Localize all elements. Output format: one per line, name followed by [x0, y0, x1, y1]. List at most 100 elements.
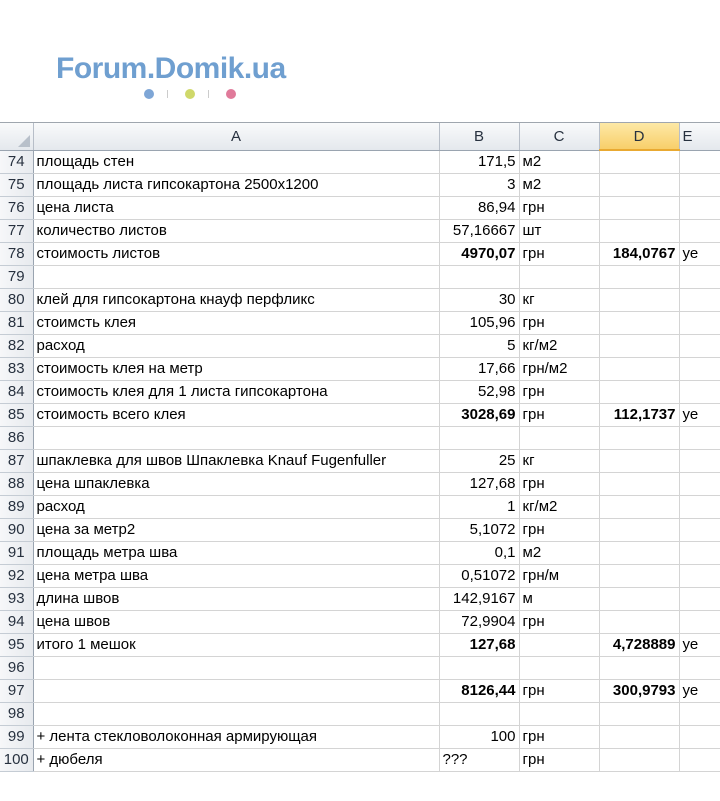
column-header-b[interactable]: B — [439, 123, 520, 151]
cell-a[interactable]: количество листов — [33, 219, 440, 243]
row-header[interactable]: 85 — [0, 403, 34, 427]
row-header[interactable]: 80 — [0, 288, 34, 312]
cell-e[interactable] — [679, 334, 720, 358]
cell-e[interactable] — [679, 725, 720, 749]
cell-c[interactable] — [519, 656, 600, 680]
cell-b[interactable]: 5 — [439, 334, 520, 358]
cell-c[interactable]: грн — [519, 472, 600, 496]
cell-e[interactable] — [679, 150, 720, 174]
cell-c[interactable]: кг/м2 — [519, 495, 600, 519]
row-header[interactable]: 97 — [0, 679, 34, 703]
cell-d[interactable] — [599, 587, 680, 611]
cell-e[interactable] — [679, 449, 720, 473]
cell-a[interactable]: цена метра шва — [33, 564, 440, 588]
row-header[interactable]: 78 — [0, 242, 34, 266]
cell-d[interactable] — [599, 702, 680, 726]
row-header[interactable]: 94 — [0, 610, 34, 634]
cell-a[interactable]: стоимость клея на метр — [33, 357, 440, 381]
cell-b[interactable]: 72,9904 — [439, 610, 520, 634]
cell-a[interactable]: + дюбеля — [33, 748, 440, 772]
cell-b[interactable]: 8126,44 — [439, 679, 520, 703]
cell-e[interactable] — [679, 656, 720, 680]
cell-a[interactable]: площадь стен — [33, 150, 440, 174]
column-header-a[interactable]: A — [33, 123, 440, 151]
row-header[interactable]: 76 — [0, 196, 34, 220]
cell-d[interactable] — [599, 610, 680, 634]
cell-a[interactable]: стоимость клея для 1 листа гипсокартона — [33, 380, 440, 404]
cell-a[interactable]: площадь метра шва — [33, 541, 440, 565]
cell-d[interactable] — [599, 265, 680, 289]
cell-b[interactable]: 127,68 — [439, 633, 520, 657]
cell-a[interactable]: расход — [33, 334, 440, 358]
cell-c[interactable]: кг — [519, 449, 600, 473]
row-header[interactable]: 91 — [0, 541, 34, 565]
cell-c[interactable]: грн — [519, 518, 600, 542]
cell-c[interactable]: грн — [519, 679, 600, 703]
cell-c[interactable]: грн/м2 — [519, 357, 600, 381]
column-header-e[interactable]: E — [679, 123, 720, 151]
cell-b[interactable]: 25 — [439, 449, 520, 473]
cell-b[interactable] — [439, 702, 520, 726]
cell-d[interactable] — [599, 150, 680, 174]
cell-a[interactable]: цена за метр2 — [33, 518, 440, 542]
cell-b[interactable]: 105,96 — [439, 311, 520, 335]
row-header[interactable]: 79 — [0, 265, 34, 289]
cell-b[interactable] — [439, 265, 520, 289]
cell-e[interactable] — [679, 311, 720, 335]
spreadsheet-grid[interactable]: A B C D E 74 площадь стен 171,5 м2 75 площадь… — [0, 122, 720, 801]
cell-a[interactable]: клей для гипсокартона кнауф перфликс — [33, 288, 440, 312]
cell-b[interactable]: 171,5 — [439, 150, 520, 174]
cell-c[interactable]: м — [519, 587, 600, 611]
row-header[interactable]: 93 — [0, 587, 34, 611]
row-header[interactable]: 77 — [0, 219, 34, 243]
cell-d[interactable]: 184,0767 — [599, 242, 680, 266]
cell-e[interactable] — [679, 541, 720, 565]
cell-e[interactable] — [679, 219, 720, 243]
cell-e[interactable]: уе — [679, 242, 720, 266]
cell-d[interactable] — [599, 380, 680, 404]
cell-b[interactable]: 142,9167 — [439, 587, 520, 611]
cell-c[interactable] — [519, 426, 600, 450]
cell-b[interactable]: 100 — [439, 725, 520, 749]
cell-d[interactable] — [599, 449, 680, 473]
row-header[interactable]: 96 — [0, 656, 34, 680]
cell-b[interactable]: 3028,69 — [439, 403, 520, 427]
cell-e[interactable] — [679, 357, 720, 381]
cell-d[interactable] — [599, 288, 680, 312]
cell-c[interactable]: грн/м — [519, 564, 600, 588]
cell-d[interactable]: 112,1737 — [599, 403, 680, 427]
select-all-corner[interactable] — [0, 123, 34, 151]
cell-e[interactable] — [679, 472, 720, 496]
cell-a[interactable]: стоимсть клея — [33, 311, 440, 335]
row-header[interactable]: 84 — [0, 380, 34, 404]
cell-b[interactable]: 3 — [439, 173, 520, 197]
row-header[interactable]: 98 — [0, 702, 34, 726]
cell-c[interactable] — [519, 702, 600, 726]
cell-d[interactable] — [599, 518, 680, 542]
cell-a[interactable]: длина швов — [33, 587, 440, 611]
cell-a[interactable]: цена листа — [33, 196, 440, 220]
cell-a[interactable]: расход — [33, 495, 440, 519]
row-header[interactable]: 83 — [0, 357, 34, 381]
cell-e[interactable] — [679, 380, 720, 404]
cell-a[interactable]: стоимость листов — [33, 242, 440, 266]
cell-b[interactable]: ??? — [439, 748, 520, 772]
cell-a[interactable] — [33, 702, 440, 726]
cell-e[interactable]: уе — [679, 403, 720, 427]
cell-d[interactable] — [599, 173, 680, 197]
cell-e[interactable]: уе — [679, 633, 720, 657]
cell-d[interactable]: 4,728889 — [599, 633, 680, 657]
cell-a[interactable] — [33, 656, 440, 680]
cell-b[interactable]: 5,1072 — [439, 518, 520, 542]
cell-b[interactable]: 4970,07 — [439, 242, 520, 266]
cell-c[interactable]: м2 — [519, 541, 600, 565]
cell-e[interactable] — [679, 495, 720, 519]
cell-d[interactable] — [599, 656, 680, 680]
cell-a[interactable]: площадь листа гипсокартона 2500х1200 — [33, 173, 440, 197]
cell-a[interactable]: стоимость всего клея — [33, 403, 440, 427]
cell-e[interactable] — [679, 587, 720, 611]
cell-d[interactable] — [599, 426, 680, 450]
cell-b[interactable]: 57,16667 — [439, 219, 520, 243]
cell-d[interactable] — [599, 748, 680, 772]
cell-e[interactable] — [679, 748, 720, 772]
